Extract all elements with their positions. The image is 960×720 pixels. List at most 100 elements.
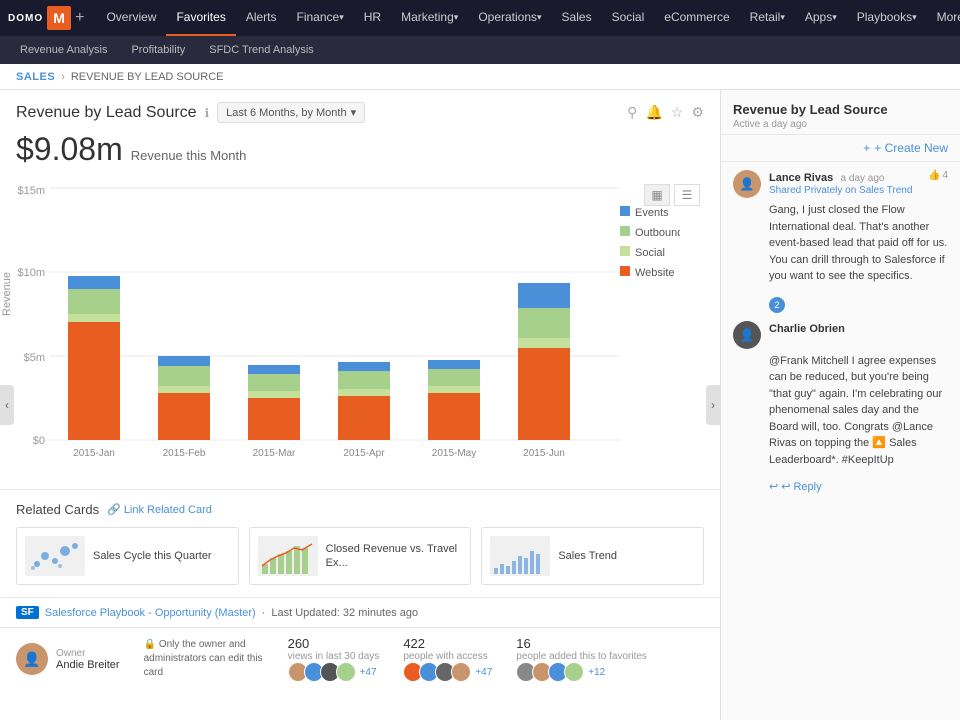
filter-icon[interactable]: ⚲ [627, 104, 637, 121]
nav-overview[interactable]: Overview [96, 0, 166, 36]
bar-chart-button[interactable]: ▦ [644, 184, 670, 206]
right-panel-subtitle: Active a day ago [733, 119, 948, 130]
breadcrumb-parent[interactable]: SALES [16, 71, 55, 83]
settings-icon[interactable]: ⚙ [691, 104, 704, 121]
last-updated: Last Updated: 32 minutes ago [271, 607, 418, 619]
domo-logo-text: DOMO [8, 13, 43, 24]
main-layout: ‹ Revenue by Lead Source ℹ Last 6 Months… [0, 90, 960, 720]
bottom-info-bar: 👤 Owner Andie Breiter 🔒 Only the owner a… [0, 627, 720, 690]
comment-2-author: Charlie Obrien [769, 323, 845, 335]
date-filter-label: Last 6 Months, by Month [226, 107, 346, 119]
reply-icon: ↩ [769, 480, 778, 493]
nav-operations[interactable]: Operations [468, 0, 551, 36]
related-cards-row: Sales Cycle this Quarter [16, 527, 704, 585]
logo-area: DOMO M + [8, 6, 84, 30]
link-icon: 🔗 [107, 503, 121, 516]
star-icon[interactable]: ☆ [671, 104, 684, 121]
nav-ecommerce[interactable]: eCommerce [654, 0, 739, 36]
svg-text:$0: $0 [33, 435, 45, 447]
thumbs-up-icon[interactable]: 👍 [928, 170, 940, 181]
subnav-profitability[interactable]: Profitability [119, 36, 197, 64]
access-count: 422 [403, 636, 492, 651]
favorites-section: 16 people added this to favorites +12 [516, 636, 647, 682]
svg-text:$15m: $15m [17, 185, 45, 197]
nav-social[interactable]: Social [602, 0, 655, 36]
nav-marketing[interactable]: Marketing [391, 0, 468, 36]
owner-info: Owner Andie Breiter [56, 648, 120, 671]
nav-playbooks[interactable]: Playbooks [847, 0, 927, 36]
left-panel: ‹ Revenue by Lead Source ℹ Last 6 Months… [0, 90, 720, 720]
nav-hr[interactable]: HR [354, 0, 391, 36]
card-title-area: Revenue by Lead Source ℹ Last 6 Months, … [16, 102, 365, 123]
comment-1-avatar: 👤 [733, 170, 761, 198]
related-title: Related Cards [16, 502, 99, 517]
bar-mar-website [248, 398, 300, 440]
comment-2-body: @Frank Mitchell I agree expenses can be … [769, 353, 948, 469]
related-card-3[interactable]: Sales Trend [481, 527, 704, 585]
related-card-2-title: Closed Revenue vs. Travel Ex... [326, 542, 463, 571]
comment-1-header: 👤 Lance Rivas a day ago Shared Privately… [733, 170, 948, 198]
card-header: Revenue by Lead Source ℹ Last 6 Months, … [0, 90, 720, 131]
related-card-3-title: Sales Trend [558, 549, 617, 563]
bar-apr-social [338, 389, 390, 396]
nav-sales[interactable]: Sales [552, 0, 602, 36]
svg-text:Revenue: Revenue [1, 272, 13, 316]
comment-2: 👤 Charlie Obrien @Frank Mitchell I agree… [733, 321, 948, 469]
svg-text:Events: Events [635, 207, 669, 219]
svg-text:2015-Jan: 2015-Jan [73, 448, 115, 459]
svg-text:Social: Social [635, 247, 665, 259]
metric-label: Revenue this Month [131, 148, 247, 163]
owner-label: Owner [56, 648, 120, 659]
nav-favorites[interactable]: Favorites [166, 0, 235, 36]
bar-feb-social [158, 386, 210, 393]
related-card-1[interactable]: Sales Cycle this Quarter [16, 527, 239, 585]
right-create-btn[interactable]: + + Create New [721, 135, 960, 162]
reply-count-badge: 2 [769, 297, 785, 313]
info-icon[interactable]: ℹ [205, 106, 210, 120]
comment-1-author: Lance Rivas [769, 172, 833, 184]
bar-apr-events [338, 362, 390, 371]
salesforce-badge: SF [16, 606, 39, 619]
comment-2-meta: Charlie Obrien [769, 321, 948, 335]
related-card-2[interactable]: Closed Revenue vs. Travel Ex... [249, 527, 472, 585]
lock-notice: 🔒 Only the owner and administrators can … [144, 638, 264, 680]
bar-feb-events [158, 356, 210, 366]
nav-retail[interactable]: Retail [740, 0, 795, 36]
bar-may-social [428, 386, 480, 393]
access-label: people with access [403, 651, 492, 662]
link-related-button[interactable]: 🔗 Link Related Card [107, 503, 212, 516]
nav-finance[interactable]: Finance [287, 0, 354, 36]
related-section: Related Cards 🔗 Link Related Card [0, 489, 720, 597]
alert-icon[interactable]: 🔔 [645, 104, 662, 121]
nav-apps[interactable]: Apps [795, 0, 847, 36]
plus-button[interactable]: + [75, 9, 84, 27]
bar-apr-outbound [338, 371, 390, 389]
subnav-sfdc[interactable]: SFDC Trend Analysis [197, 36, 326, 64]
right-chevron-button[interactable]: › [706, 385, 720, 425]
reply-button[interactable]: ↩ ↩ Reply [769, 480, 948, 493]
create-label: + Create New [874, 141, 948, 155]
bar-feb-outbound [158, 366, 210, 386]
comment-1-time: a day ago [841, 173, 885, 184]
card-title: Revenue by Lead Source [16, 104, 197, 122]
table-chart-button[interactable]: ☰ [674, 184, 700, 206]
subnav-revenue[interactable]: Revenue Analysis [8, 36, 119, 64]
left-chevron-button[interactable]: ‹ [0, 385, 14, 425]
metric-value: $9.08m [16, 131, 123, 168]
chart-area: ▦ ☰ $15m $10m $5m $0 Revenue [0, 176, 720, 489]
date-filter-dropdown[interactable]: Last 6 Months, by Month ▾ [217, 102, 365, 123]
card-footer: SF Salesforce Playbook - Opportunity (Ma… [0, 597, 720, 627]
m-logo[interactable]: M [47, 6, 71, 30]
bar-jun-website [518, 348, 570, 440]
related-header: Related Cards 🔗 Link Related Card [16, 502, 704, 517]
comment-1-body: Gang, I just closed the Flow Internation… [769, 202, 948, 285]
access-plus-count: +47 [475, 667, 492, 678]
svg-text:2015-Feb: 2015-Feb [163, 448, 206, 459]
metric-row: $9.08m Revenue this Month [0, 131, 720, 176]
top-navigation: DOMO M + Overview Favorites Alerts Finan… [0, 0, 960, 36]
nav-more[interactable]: More [927, 0, 960, 36]
favorites-count: 16 [516, 636, 647, 651]
nav-alerts[interactable]: Alerts [236, 0, 287, 36]
access-avatars: +47 [403, 662, 492, 682]
svg-text:2015-May: 2015-May [432, 448, 476, 459]
